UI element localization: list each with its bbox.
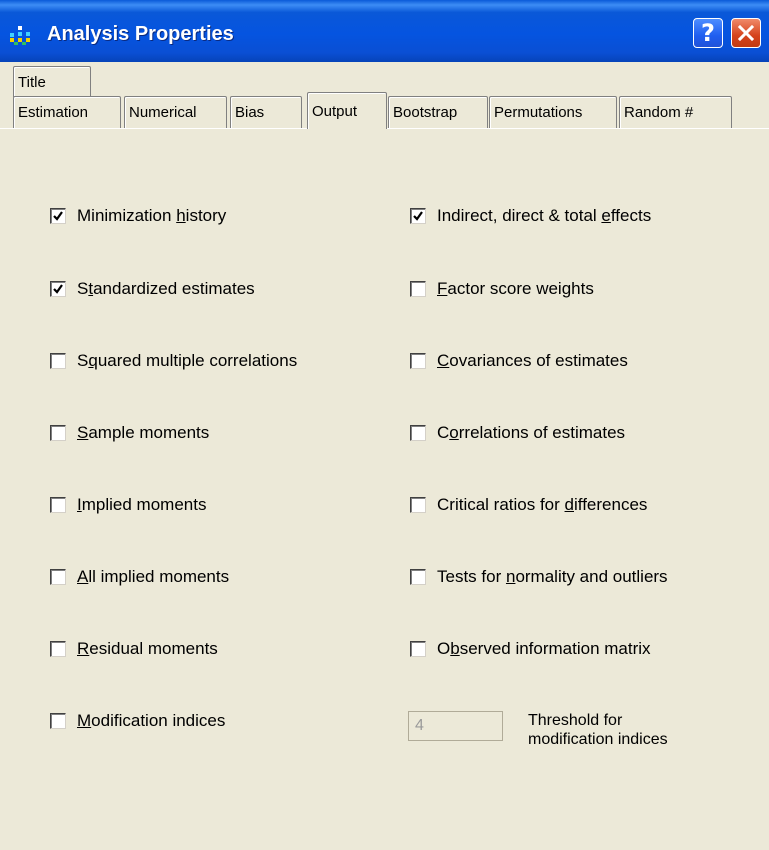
checkbox-label: Factor score weights [437, 279, 594, 298]
checkbox-label: Residual moments [77, 639, 218, 658]
checkbox-label: Modification indices [77, 711, 226, 730]
close-icon [737, 24, 755, 42]
checkbox[interactable] [410, 641, 426, 657]
right-option-2[interactable]: Covariances of estimates [410, 349, 628, 373]
left-option-1[interactable]: Standardized estimates [50, 277, 255, 301]
checkbox-label: Implied moments [77, 495, 207, 514]
checkbox[interactable] [50, 641, 66, 657]
right-option-5[interactable]: Tests for normality and outliers [410, 565, 668, 589]
threshold-label: Threshold for modification indices [528, 711, 668, 749]
threshold-label-line2: modification indices [528, 731, 668, 748]
tab-title[interactable]: Title [13, 66, 91, 97]
checkbox-label: Observed information matrix [437, 639, 651, 658]
left-option-2[interactable]: Squared multiple correlations [50, 349, 297, 373]
checkbox-label: Standardized estimates [77, 279, 255, 298]
tab-random[interactable]: Random # [619, 96, 732, 128]
amos-app-icon [10, 26, 30, 45]
help-button[interactable]: ? [693, 18, 723, 48]
left-option-6[interactable]: Residual moments [50, 637, 218, 661]
right-option-1[interactable]: Factor score weights [410, 277, 594, 301]
question-mark-icon: ? [701, 19, 715, 47]
checkbox[interactable] [410, 569, 426, 585]
checkmark-icon [53, 211, 63, 221]
title-bar[interactable]: Analysis Properties ? [0, 0, 769, 62]
left-option-7[interactable]: Modification indices [50, 709, 225, 733]
checkbox[interactable] [410, 281, 426, 297]
tab-bias[interactable]: Bias [230, 96, 302, 128]
checkbox-label: Tests for normality and outliers [437, 567, 668, 586]
checkbox[interactable] [410, 425, 426, 441]
checkmark-icon [53, 284, 63, 294]
analysis-properties-window: Analysis Properties ? Title Estimation N… [0, 0, 769, 850]
checkbox-label: Sample moments [77, 423, 210, 442]
checkbox[interactable] [50, 713, 66, 729]
right-option-6[interactable]: Observed information matrix [410, 637, 651, 661]
tab-permutations[interactable]: Permutations [489, 96, 617, 128]
tab-output[interactable]: Output [307, 92, 387, 129]
checkmark-icon [413, 211, 423, 221]
checkbox[interactable] [50, 208, 66, 224]
checkbox[interactable] [50, 497, 66, 513]
checkbox[interactable] [410, 353, 426, 369]
checkbox-label: Critical ratios for differences [437, 495, 648, 514]
left-option-5[interactable]: All implied moments [50, 565, 229, 589]
threshold-label-line1: Threshold for [528, 712, 623, 729]
checkbox[interactable] [410, 208, 426, 224]
checkbox-label: Minimization history [77, 206, 227, 225]
tab-bootstrap[interactable]: Bootstrap [388, 96, 488, 128]
checkbox-label: Correlations of estimates [437, 423, 626, 442]
left-option-4[interactable]: Implied moments [50, 493, 206, 517]
checkbox[interactable] [410, 497, 426, 513]
checkbox[interactable] [50, 569, 66, 585]
close-button[interactable] [731, 18, 761, 48]
checkbox-label: Squared multiple correlations [77, 351, 298, 370]
checkbox-label: Indirect, direct & total effects [437, 206, 652, 225]
left-option-3[interactable]: Sample moments [50, 421, 209, 445]
tab-numerical[interactable]: Numerical [124, 96, 227, 128]
checkbox[interactable] [50, 281, 66, 297]
right-option-3[interactable]: Correlations of estimates [410, 421, 625, 445]
threshold-input[interactable] [408, 711, 503, 741]
tab-estimation[interactable]: Estimation [13, 96, 121, 128]
right-option-4[interactable]: Critical ratios for differences [410, 493, 647, 517]
checkbox[interactable] [50, 425, 66, 441]
checkbox-label: Covariances of estimates [437, 351, 628, 370]
left-option-0[interactable]: Minimization history [50, 204, 226, 228]
window-title: Analysis Properties [47, 23, 234, 45]
checkbox[interactable] [50, 353, 66, 369]
right-option-0[interactable]: Indirect, direct & total effects [410, 204, 651, 228]
checkbox-label: All implied moments [77, 567, 230, 586]
